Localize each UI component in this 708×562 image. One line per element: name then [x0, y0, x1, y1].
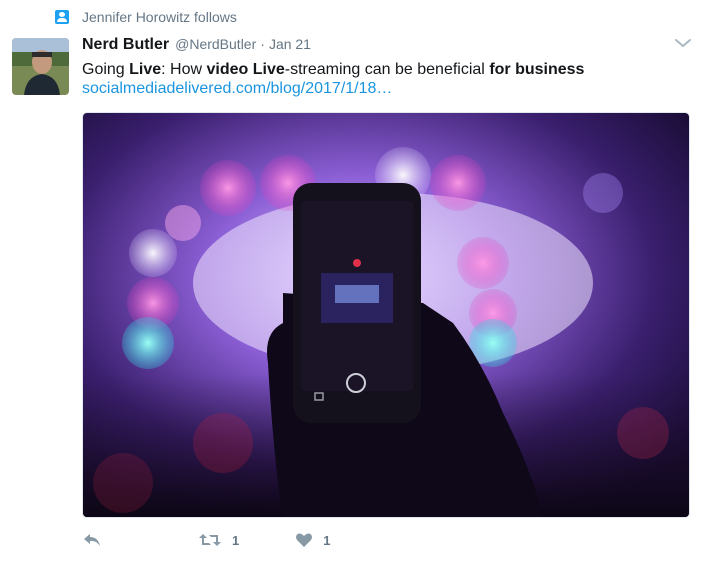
author-username[interactable]: @NerdButler	[175, 36, 256, 52]
tweet-link[interactable]: socialmediadelivered.com/blog/2017/1/18…	[82, 80, 392, 98]
avatar[interactable]	[12, 38, 69, 95]
separator: ·	[260, 36, 265, 52]
tweet-text: Going Live: How video Live-streaming can…	[82, 60, 584, 80]
tweet-media-photo[interactable]	[82, 112, 690, 518]
retweet-icon	[199, 534, 221, 546]
social-context-text[interactable]: Jennifer Horowitz follows	[82, 9, 237, 25]
chevron-down-icon[interactable]	[674, 36, 692, 50]
user-follow-icon	[55, 10, 69, 24]
heart-icon	[296, 533, 313, 547]
reply-button[interactable]	[82, 532, 102, 548]
retweet-count: 1	[232, 532, 240, 548]
text-part-bold: for business	[489, 61, 585, 78]
tweet-actions: 1 1	[82, 532, 368, 548]
text-part: -streaming can be beneficial	[284, 61, 490, 78]
retweet-button[interactable]: 1	[198, 532, 239, 548]
text-part: : How	[161, 61, 207, 78]
text-part-bold: video Live	[206, 61, 285, 78]
social-context: Jennifer Horowitz follows	[55, 9, 237, 25]
author-fullname[interactable]: Nerd Butler	[82, 36, 169, 54]
text-part: Going	[82, 61, 130, 78]
like-button[interactable]: 1	[295, 532, 330, 548]
like-count: 1	[323, 532, 331, 548]
tweet-header: Nerd Butler @NerdButler · Jan 21	[82, 36, 311, 54]
text-part-bold: Live	[129, 61, 162, 78]
reply-icon	[84, 534, 100, 546]
tweet-timestamp[interactable]: Jan 21	[269, 36, 311, 52]
